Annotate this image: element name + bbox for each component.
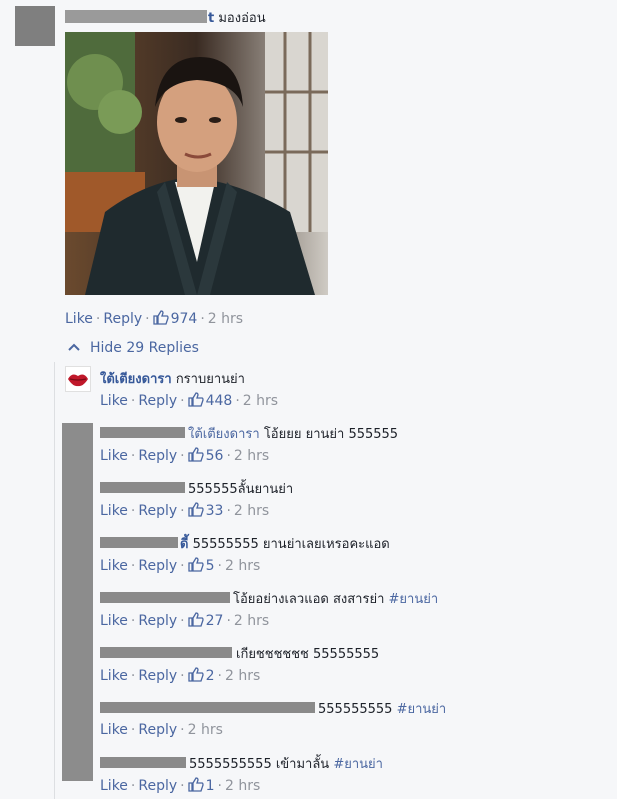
reply-actions: Like · Reply · 5 · 2 hrs [100, 557, 261, 574]
reply-avatar[interactable] [65, 366, 91, 392]
thumbs-up-icon[interactable] [187, 447, 204, 462]
reply-text: 55555555 ยานย่าเลยเหรอคะแอด [192, 537, 390, 552]
author-name-redacted[interactable] [100, 482, 185, 493]
reply-link[interactable]: Reply [138, 393, 177, 409]
timestamp[interactable]: 2 hrs [225, 668, 260, 684]
reply-link[interactable]: Reply [138, 668, 177, 684]
reply-actions: Like · Reply · 56 · 2 hrs [100, 447, 270, 464]
thumbs-up-icon[interactable] [187, 777, 204, 792]
author-name-redacted[interactable] [100, 702, 315, 713]
reply-line: 555555555 #ยานย่า [318, 698, 446, 719]
like-link[interactable]: Like [100, 668, 128, 684]
like-link[interactable]: Like [100, 613, 128, 629]
reply-actions: Like · Reply · 33 · 2 hrs [100, 502, 270, 519]
timestamp[interactable]: 2 hrs [208, 311, 243, 327]
lips-icon [68, 374, 88, 387]
timestamp[interactable]: 2 hrs [243, 393, 278, 409]
like-count[interactable]: 2 [206, 668, 215, 684]
like-link[interactable]: Like [65, 311, 93, 327]
reply-text: กราบยานย่า [175, 372, 245, 387]
author-name-redacted[interactable] [100, 647, 232, 658]
like-count[interactable]: 1 [206, 778, 215, 794]
reply-link[interactable]: Reply [138, 722, 177, 738]
like-link[interactable]: Like [100, 393, 128, 409]
hide-replies-label: Hide 29 Replies [90, 340, 199, 356]
reply-actions: Like · Reply · 2 hrs [100, 722, 223, 738]
hashtag-link[interactable]: #ยานย่า [333, 757, 383, 772]
reply-text: โอ้ยอย่างเลวแอด สงสารย่า [233, 592, 385, 607]
reply-text: 555555ลั้นยานย่า [188, 482, 294, 497]
timestamp[interactable]: 2 hrs [234, 448, 269, 464]
author-name-redacted[interactable] [65, 10, 207, 23]
reply-link[interactable]: Reply [138, 558, 177, 574]
timestamp[interactable]: 2 hrs [188, 722, 223, 738]
author-name-redacted[interactable] [100, 757, 186, 768]
reply-link[interactable]: Reply [138, 613, 177, 629]
photo-illustration [65, 32, 328, 295]
reply-actions: Like · Reply · 448 · 2 hrs [100, 392, 279, 409]
reply-actions: Like · Reply · 1 · 2 hrs [100, 777, 261, 794]
comment-photo[interactable] [65, 32, 328, 295]
like-count[interactable]: 5 [206, 558, 215, 574]
reply-link[interactable]: Reply [138, 778, 177, 794]
reply-link[interactable]: Reply [103, 311, 142, 327]
reply-line: โอ้ยอย่างเลวแอด สงสารย่า #ยานย่า [233, 588, 438, 609]
reply-divider [54, 362, 55, 799]
like-count[interactable]: 56 [206, 448, 224, 464]
like-link[interactable]: Like [100, 558, 128, 574]
reply-link[interactable]: Reply [138, 503, 177, 519]
author-name-redacted[interactable] [100, 427, 185, 438]
like-count[interactable]: 448 [206, 393, 233, 409]
author-name-suffix[interactable]: ดี้ [180, 537, 188, 552]
thumbs-up-icon[interactable] [187, 612, 204, 627]
reply-text: โอ้ยยย ยานย่า 555555 [263, 427, 399, 442]
author-name-redacted[interactable] [100, 592, 230, 603]
avatar[interactable] [15, 6, 55, 46]
reply-line: ใต้เตียงดารา กราบยานย่า [100, 368, 245, 389]
hashtag-link[interactable]: #ยานย่า [389, 592, 439, 607]
like-link[interactable]: Like [100, 778, 128, 794]
like-link[interactable]: Like [100, 722, 128, 738]
reply-text: 555555555 [318, 702, 393, 717]
comment-actions: Like · Reply · 974 · 2 hrs [65, 310, 244, 327]
like-count[interactable]: 27 [206, 613, 224, 629]
timestamp[interactable]: 2 hrs [234, 613, 269, 629]
author-name-suffix[interactable]: t [208, 11, 214, 26]
thumbs-up-icon[interactable] [187, 502, 204, 517]
thumbs-up-icon[interactable] [187, 392, 204, 407]
reply-author[interactable]: ใต้เตียงดารา [100, 372, 172, 387]
like-link[interactable]: Like [100, 503, 128, 519]
thumbs-up-icon[interactable] [187, 667, 204, 682]
like-link[interactable]: Like [100, 448, 128, 464]
timestamp[interactable]: 2 hrs [234, 503, 269, 519]
timestamp[interactable]: 2 hrs [225, 778, 260, 794]
hashtag-link[interactable]: #ยานย่า [397, 702, 447, 717]
thumbs-up-icon[interactable] [152, 310, 169, 325]
reply-line: 5555555555 เข้ามาลั้น #ยานย่า [189, 753, 383, 774]
like-count[interactable]: 974 [171, 311, 198, 327]
reply-line: ใต้เตียงดารา โอ้ยยย ยานย่า 555555 [188, 423, 398, 444]
comment-line: t มองอ่อน [208, 7, 266, 28]
reply-link[interactable]: Reply [138, 448, 177, 464]
chevron-up-icon [68, 343, 80, 351]
reply-text: 5555555555 เข้ามาลั้น [189, 757, 330, 772]
author-name-redacted[interactable] [100, 537, 178, 548]
mention-link[interactable]: ใต้เตียงดารา [188, 427, 260, 442]
reply-line: 555555ลั้นยานย่า [188, 478, 293, 499]
reply-actions: Like · Reply · 27 · 2 hrs [100, 612, 270, 629]
reply-actions: Like · Reply · 2 · 2 hrs [100, 667, 261, 684]
thumbs-up-icon[interactable] [187, 557, 204, 572]
timestamp[interactable]: 2 hrs [225, 558, 260, 574]
like-count[interactable]: 33 [206, 503, 224, 519]
avatar-redaction [62, 423, 93, 781]
reply-line: ดี้ 55555555 ยานย่าเลยเหรอคะแอด [180, 533, 390, 554]
comment-text: มองอ่อน [218, 11, 266, 26]
reply-text: เกียชชชชชช 55555555 [236, 647, 380, 662]
hide-replies-link[interactable]: Hide 29 Replies [68, 340, 199, 356]
reply-line: เกียชชชชชช 55555555 [236, 643, 379, 664]
